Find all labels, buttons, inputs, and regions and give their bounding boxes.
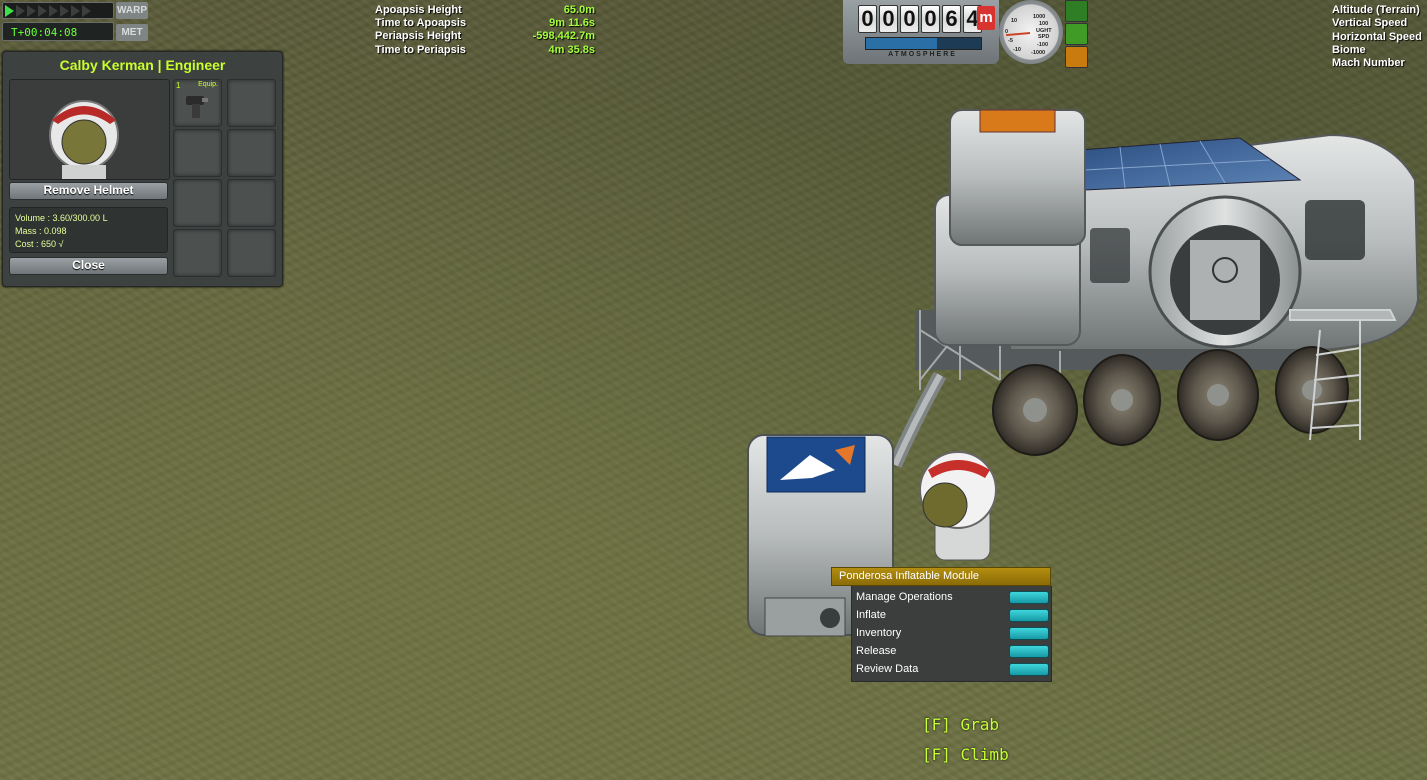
inventory-slot[interactable] bbox=[227, 179, 276, 227]
atmosphere-fill bbox=[866, 38, 938, 49]
kerbal-portrait bbox=[9, 79, 170, 180]
horizontal-speed-label: Horizontal Speed bbox=[1332, 30, 1422, 43]
warning-icon[interactable] bbox=[1065, 46, 1088, 68]
paw-item-label: Manage Operations bbox=[856, 591, 953, 603]
time-to-apoapsis-value: 9m 11.6s bbox=[549, 17, 595, 29]
slot-count: 1 bbox=[176, 81, 181, 90]
kerbal-eva bbox=[919, 451, 997, 561]
inventory-slot[interactable] bbox=[173, 179, 222, 227]
dial-label: SPD bbox=[1038, 34, 1050, 40]
dial-label: -100 bbox=[1037, 42, 1049, 48]
paw-action-button[interactable] bbox=[1009, 608, 1049, 622]
vertical-speed-dial: 1000 100 10 UGHT SPD -100 -1000 0 -5 -10 bbox=[999, 0, 1063, 64]
crew-icon[interactable] bbox=[1065, 23, 1088, 45]
atmosphere-gauge bbox=[865, 37, 982, 50]
kerbal-inventory-panel: Calby Kerman | Engineer Remove Helmet Vo… bbox=[2, 51, 283, 287]
time-to-periapsis-value: 4m 35.8s bbox=[548, 44, 595, 56]
paw-item-label: Inventory bbox=[856, 627, 902, 639]
mode-buttons bbox=[1065, 0, 1088, 68]
slot-label: Equip. bbox=[198, 81, 218, 88]
paw-item-review-data[interactable]: Review Data bbox=[852, 660, 1051, 678]
inventory-slot[interactable] bbox=[227, 229, 276, 277]
flight-data-readout: Altitude (Terrain) Vertical Speed Horizo… bbox=[1332, 4, 1427, 70]
inventory-slot[interactable] bbox=[173, 129, 222, 177]
paw-item-manage-operations[interactable]: Manage Operations bbox=[852, 588, 1051, 606]
warp-arrow-icon[interactable] bbox=[27, 4, 36, 17]
inventory-slot[interactable] bbox=[227, 79, 276, 127]
volume-stat: Volume : 3.60/300.00 L bbox=[15, 213, 108, 223]
altitude-terrain-label: Altitude (Terrain) bbox=[1332, 4, 1420, 16]
paw-title: Ponderosa Inflatable Module bbox=[831, 567, 1051, 586]
altimeter-body: 0 0 0 0 6 4 m ATMOSPHERE bbox=[843, 0, 999, 64]
mach-number-label: Mach Number bbox=[1332, 57, 1405, 70]
climb-hint: [F] Climb bbox=[922, 745, 1009, 764]
atmosphere-label: ATMOSPHERE bbox=[888, 51, 957, 58]
mass-stat: Mass : 0.098 bbox=[15, 226, 67, 236]
altitude-unit-toggle[interactable]: m bbox=[977, 6, 995, 30]
remove-helmet-button[interactable]: Remove Helmet bbox=[9, 182, 168, 200]
dial-label: 1000 bbox=[1033, 14, 1046, 20]
altitude-digit: 0 bbox=[900, 5, 919, 33]
paw-action-button[interactable] bbox=[1009, 626, 1049, 640]
biome-label: Biome bbox=[1332, 43, 1366, 56]
apoapsis-height-value: 65.0m bbox=[563, 4, 595, 16]
dial-label: -10 bbox=[1013, 47, 1021, 53]
met-label[interactable]: MET bbox=[116, 24, 148, 41]
inventory-slot[interactable] bbox=[227, 129, 276, 177]
warp-arrow-icon[interactable] bbox=[60, 4, 69, 17]
dial-label: 100 bbox=[1039, 21, 1049, 27]
altitude-digit: 0 bbox=[858, 5, 877, 33]
inventory-stats: Volume : 3.60/300.00 L Mass : 0.098 Cost… bbox=[9, 207, 168, 253]
warp-arrow-icon[interactable] bbox=[49, 4, 58, 17]
altitude-readout: 0 0 0 0 6 4 bbox=[858, 5, 982, 33]
kerbal-name-title: Calby Kerman | Engineer bbox=[59, 57, 226, 73]
part-action-window: Ponderosa Inflatable Module Manage Opera… bbox=[831, 567, 1052, 682]
inventory-slot[interactable]: 1 Equip. bbox=[173, 79, 222, 127]
dial-needle bbox=[1006, 32, 1031, 37]
mission-timer: T+00:04:08 bbox=[2, 22, 114, 41]
close-button[interactable]: Close bbox=[9, 257, 168, 275]
paw-item-label: Review Data bbox=[856, 663, 919, 675]
paw-action-button[interactable] bbox=[1009, 644, 1049, 658]
warp-arrow-icon[interactable] bbox=[5, 4, 14, 17]
warp-arrow-icon[interactable] bbox=[71, 4, 80, 17]
paw-item-label: Inflate bbox=[856, 609, 886, 621]
warp-arrow-icon[interactable] bbox=[82, 4, 91, 17]
dial-label: 10 bbox=[1011, 18, 1018, 24]
paw-item-inventory[interactable]: Inventory bbox=[852, 624, 1051, 642]
paw-action-button[interactable] bbox=[1009, 662, 1049, 676]
warp-label: WARP bbox=[116, 2, 148, 19]
altitude-digit: 0 bbox=[879, 5, 898, 33]
vertical-speed-label: Vertical Speed bbox=[1332, 17, 1408, 30]
grab-hint: [F] Grab bbox=[922, 715, 1000, 734]
altitude-digit: 6 bbox=[942, 5, 961, 33]
warp-arrow-icon[interactable] bbox=[38, 4, 47, 17]
paw-item-inflate[interactable]: Inflate bbox=[852, 606, 1051, 624]
warp-arrow-icon[interactable] bbox=[16, 4, 25, 17]
time-warp-widget: WARP T+00:04:08 MET bbox=[0, 0, 150, 44]
altitude-digit: 0 bbox=[921, 5, 940, 33]
inventory-slot[interactable] bbox=[173, 229, 222, 277]
rover bbox=[915, 109, 1420, 456]
paw-action-button[interactable] bbox=[1009, 590, 1049, 604]
dial-label: -5 bbox=[1008, 38, 1013, 44]
paw-item-label: Release bbox=[856, 645, 897, 657]
warp-rate-bar[interactable] bbox=[2, 2, 114, 19]
altimeter-widget: 0 0 0 0 6 4 m ATMOSPHERE 1000 100 10 UGH… bbox=[843, 0, 1088, 68]
drill-icon bbox=[186, 96, 208, 118]
exit-vessel-icon[interactable] bbox=[1065, 0, 1088, 22]
paw-item-release[interactable]: Release bbox=[852, 642, 1051, 660]
periapsis-height-value: -598,442.7m bbox=[532, 30, 595, 42]
dial-label: -1000 bbox=[1031, 50, 1046, 56]
cost-stat: Cost : 650 √ bbox=[15, 239, 64, 249]
